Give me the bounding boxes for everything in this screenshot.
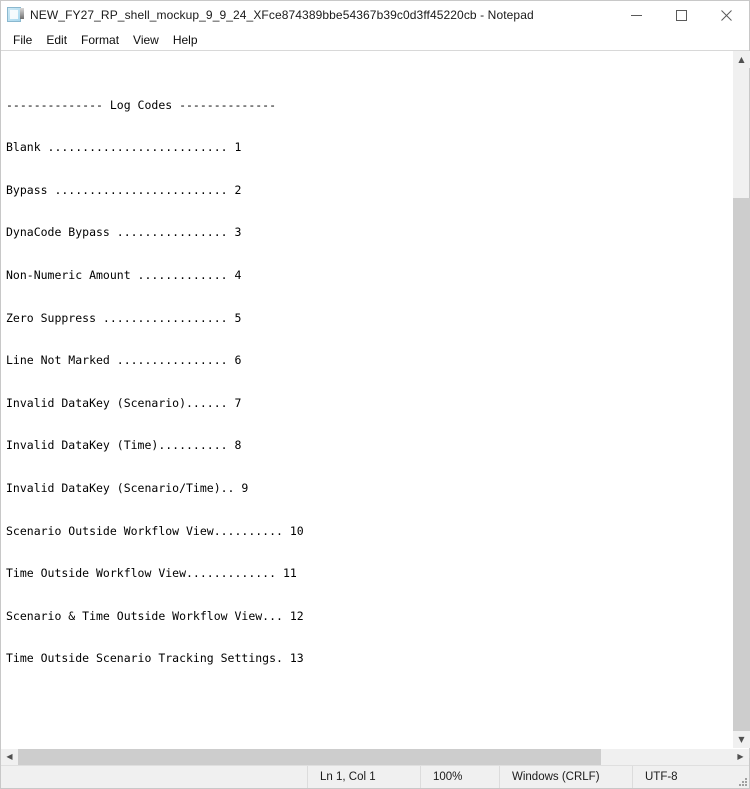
chevron-left-icon: ◀	[6, 752, 13, 761]
log-code-entry: Scenario Outside Workflow View..........…	[6, 523, 304, 538]
notepad-window: NEW_FY27_RP_shell_mockup_9_9_24_XFce8743…	[0, 0, 750, 789]
status-cursor-position: Ln 1, Col 1	[307, 766, 420, 788]
menu-item-file[interactable]: File	[6, 31, 39, 50]
close-button[interactable]	[704, 1, 749, 29]
log-code-entry: Zero Suppress .................. 5	[6, 310, 242, 325]
status-zoom-level[interactable]: 100%	[420, 766, 499, 788]
log-code-entry: Time Outside Scenario Tracking Settings.…	[6, 651, 304, 666]
log-code-entry: Invalid DataKey (Time).......... 8	[6, 438, 242, 453]
menu-bar: File Edit Format View Help	[1, 30, 749, 50]
close-icon	[721, 9, 732, 21]
scroll-right-button[interactable]: ▶	[732, 749, 749, 765]
maximize-button[interactable]	[659, 1, 704, 29]
chevron-up-icon: ▲	[738, 54, 745, 64]
notepad-icon	[7, 7, 24, 23]
menu-item-help[interactable]: Help	[166, 31, 205, 50]
editor-region: -------------- Log Codes -------------- …	[1, 50, 750, 758]
log-code-entry: Time Outside Workflow View............. …	[6, 566, 297, 581]
log-code-entry: DynaCode Bypass ................ 3	[6, 225, 242, 240]
window-controls	[614, 1, 749, 29]
log-code-entry: Line Not Marked ................ 6	[6, 353, 242, 368]
chevron-right-icon: ▶	[737, 752, 744, 761]
status-bar: Ln 1, Col 1 100% Windows (CRLF) UTF-8	[1, 765, 749, 788]
log-code-entry: Invalid DataKey (Scenario)...... 7	[6, 395, 242, 410]
log-code-entry: Bypass ......................... 2	[6, 182, 242, 197]
horizontal-scrollbar[interactable]: ◀ ▶	[1, 748, 749, 765]
resize-grip[interactable]	[735, 766, 749, 788]
scroll-down-button[interactable]: ▼	[733, 731, 750, 748]
window-title: NEW_FY27_RP_shell_mockup_9_9_24_XFce8743…	[30, 8, 534, 22]
log-code-entry: Non-Numeric Amount ............. 4	[6, 267, 242, 282]
chevron-down-icon: ▼	[738, 734, 745, 744]
vertical-scrollbar[interactable]: ▲ ▼	[732, 51, 750, 758]
log-codes-header: -------------- Log Codes --------------	[6, 97, 277, 112]
menu-item-edit[interactable]: Edit	[39, 31, 74, 50]
status-encoding[interactable]: UTF-8	[632, 766, 735, 788]
maximize-icon	[676, 9, 687, 21]
menu-item-view[interactable]: View	[126, 31, 166, 50]
menu-item-format[interactable]: Format	[74, 31, 126, 50]
minimize-button[interactable]	[614, 1, 659, 29]
text-editor[interactable]: -------------- Log Codes -------------- …	[1, 51, 732, 748]
status-line-ending[interactable]: Windows (CRLF)	[499, 766, 632, 788]
scroll-up-button[interactable]: ▲	[733, 51, 750, 68]
log-code-entry: Invalid DataKey (Scenario/Time).. 9	[6, 480, 249, 495]
document-content: -------------- Log Codes -------------- …	[6, 55, 732, 748]
log-code-entry: Scenario & Time Outside Workflow View...…	[6, 608, 304, 623]
title-bar[interactable]: NEW_FY27_RP_shell_mockup_9_9_24_XFce8743…	[1, 1, 749, 30]
horizontal-scroll-thumb[interactable]	[18, 749, 601, 765]
minimize-icon	[631, 14, 642, 16]
vertical-scroll-thumb[interactable]	[733, 198, 750, 758]
log-code-entry: Blank .......................... 1	[6, 140, 242, 155]
scroll-left-button[interactable]: ◀	[1, 749, 18, 765]
